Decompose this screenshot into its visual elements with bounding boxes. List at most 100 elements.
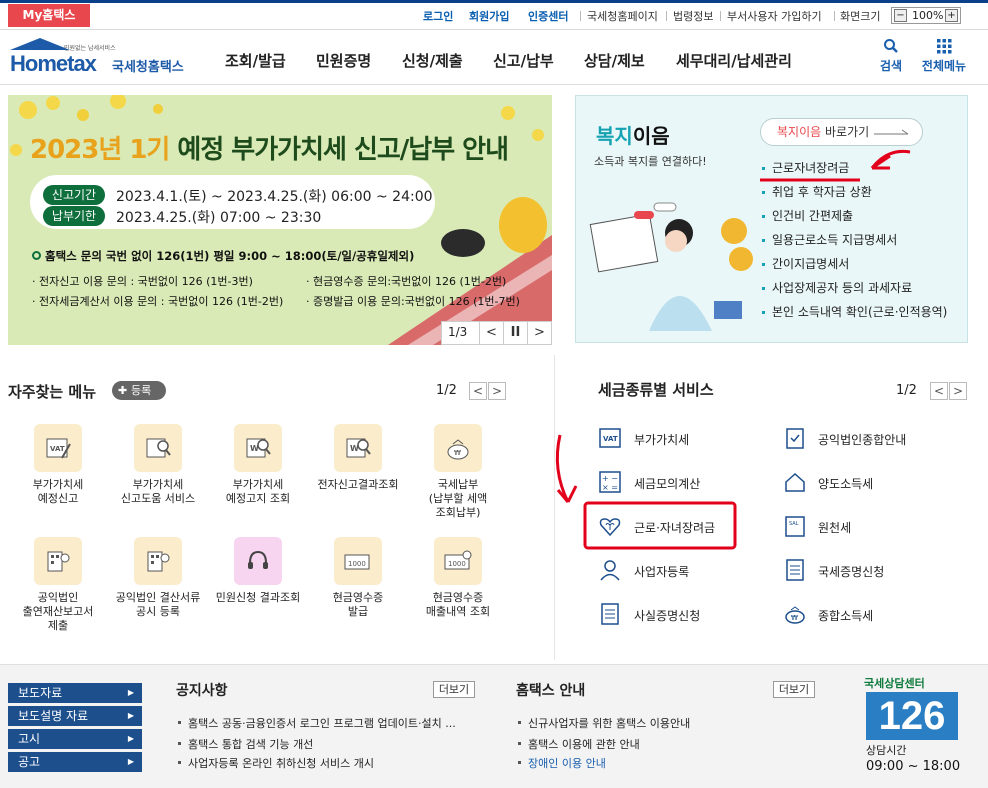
payment-deadline-tag: 납부기한 (43, 206, 105, 226)
cert-center-link[interactable]: 인증센터 (528, 8, 568, 24)
announcement-button[interactable]: 공고 (8, 752, 142, 772)
headset-icon (234, 537, 282, 585)
tax-link-global-income[interactable]: 종합소득세 (818, 607, 873, 624)
footer (0, 664, 988, 788)
guide-item-accessibility[interactable]: 장애인 이용 안내 (516, 755, 606, 771)
add-quick-menu-button[interactable]: ✚ 등록 (112, 381, 166, 400)
divider (834, 11, 835, 21)
tax-link-fact-certificate[interactable]: 사실증명신청 (634, 607, 700, 624)
svg-text:1000: 1000 (348, 560, 366, 568)
quick-item[interactable]: W 부가가치세 예정고지 조회 (208, 424, 308, 506)
banner-inquiry-line: · 증명발급 이용 문의:국번없이 126 (1번-7번) (306, 295, 520, 308)
press-explanation-button[interactable]: 보도설명 자료 (8, 706, 142, 726)
nav-civil-certificate[interactable]: 민원증명 (316, 50, 371, 71)
receipt-search-icon: 1000 (434, 537, 482, 585)
nav-tax-agent[interactable]: 세무대리/납세관리 (676, 50, 792, 71)
arrow-right-icon (874, 129, 909, 135)
search-button[interactable]: 검색 (876, 38, 906, 74)
notice-search-icon: W (234, 424, 282, 472)
grid-menu-icon (937, 39, 952, 54)
guide-item[interactable]: 홈택스 이용에 관한 안내 (516, 736, 640, 752)
banner-pager: 1/3 < II > (441, 321, 552, 345)
vat-icon: VAT (34, 424, 82, 472)
banner-next-button[interactable]: > (527, 322, 551, 344)
person-icon (600, 560, 620, 581)
notice-item[interactable]: 홈택스 통합 검색 기능 개선 (176, 736, 313, 752)
logo-brand: Hometax (10, 51, 97, 76)
nts-homepage-link[interactable]: 국세청홈페이지 (587, 8, 658, 24)
quick-menu-page: 1/2 (436, 383, 457, 398)
tax-next-button[interactable]: > (949, 382, 967, 400)
notice-item[interactable]: 사업자등록 온라인 취하신청 서비스 개시 (176, 755, 374, 771)
law-info-link[interactable]: 법령정보 (673, 8, 713, 24)
vat-banner[interactable]: 2023년 1기 예정 부가가치세 신고/납부 안내 신고기간 2023.4.1… (8, 95, 552, 345)
quick-item[interactable]: 공익법인 출연재산보고서 제출 (8, 537, 108, 633)
guide-item[interactable]: 신규사업자를 위한 홈택스 이용안내 (516, 715, 690, 731)
quick-menu-title: 자주찾는 메뉴 (8, 383, 97, 401)
guide-title: 홈택스 안내 (516, 683, 586, 699)
document-icon (601, 603, 619, 625)
annotation-overlay (555, 149, 911, 550)
call-center-number: 126 (866, 692, 958, 740)
nav-consult-report[interactable]: 상담/제보 (584, 50, 645, 71)
search-label: 검색 (879, 59, 903, 73)
vat-search-icon (134, 424, 182, 472)
divider (666, 11, 667, 21)
payment-deadline-text: 2023.4.25.(화) 07:00 ~ 23:30 (116, 210, 322, 226)
notice-title: 공지사항 (176, 683, 228, 699)
tax-link-tax-certificate[interactable]: 국세증명신청 (818, 563, 884, 580)
report-search-icon: W (334, 424, 382, 472)
divider (720, 11, 721, 21)
banner-prev-button[interactable]: < (479, 322, 503, 344)
banner-title: 2023년 1기 예정 부가가치세 신고/납부 안내 (30, 135, 509, 165)
nav-report-pay[interactable]: 신고/납부 (493, 50, 554, 71)
bullet-icon (32, 251, 41, 260)
building-icon (34, 537, 82, 585)
signup-link[interactable]: 회원가입 (469, 8, 509, 24)
notice-more-button[interactable]: 더보기 (433, 681, 475, 698)
hometax-logo[interactable]: 민원없는 납세서비스 Hometax 국세청홈택스 (8, 36, 193, 76)
quick-item[interactable]: 1000 현금영수증 매출내역 조회 (408, 537, 508, 619)
notice-item[interactable]: 홈택스 공동·금융인증서 로그인 프로그램 업데이트·설치 ... (176, 715, 456, 731)
search-icon (884, 39, 898, 53)
svg-text:₩: ₩ (791, 614, 798, 622)
quick-item[interactable]: W 전자신고결과조회 (308, 424, 408, 492)
zoom-in-button[interactable]: + (945, 9, 958, 22)
call-center-label: 국세상담센터 (864, 677, 925, 690)
tax-prev-button[interactable]: < (930, 382, 948, 400)
quick-item[interactable]: 1000 현금영수증 발급 (308, 537, 408, 619)
quick-item[interactable]: 공익법인 결산서류 공시 등록 (108, 537, 208, 619)
filing-period-tag: 신고기간 (43, 185, 105, 205)
quick-item[interactable]: 부가가치세 신고도움 서비스 (108, 424, 208, 506)
dept-user-signup-link[interactable]: 부서사용자 가입하기 (727, 8, 822, 24)
plus-icon: ✚ (118, 384, 132, 397)
nav-lookup-issue[interactable]: 조회/발급 (225, 50, 286, 71)
nav-apply-submit[interactable]: 신청/제출 (402, 50, 463, 71)
hours-label: 상담시간 (866, 744, 907, 757)
document-icon (786, 559, 804, 581)
hours-value: 09:00 ~ 18:00 (866, 759, 961, 774)
svg-text:₩: ₩ (454, 449, 461, 457)
zoom-out-button[interactable]: − (894, 9, 907, 22)
zoom-level: 100% (912, 9, 944, 22)
divider (580, 11, 581, 21)
banner-contact-info: 홈택스 문의 국번 없이 126(1번) 평일 9:00 ~ 18:00(토/일… (32, 248, 414, 264)
banner-pause-button[interactable]: II (503, 322, 527, 344)
login-link[interactable]: 로그인 (423, 8, 453, 24)
quick-item[interactable]: 민원신청 결과조회 (208, 537, 308, 605)
zoom-control: − 100% + (891, 7, 961, 24)
banner-inquiry-line: · 현금영수증 문의:국번없이 126 (1번-2번) (306, 275, 507, 288)
press-release-button[interactable]: 보도자료 (8, 683, 142, 703)
notification-button[interactable]: 고시 (8, 729, 142, 749)
guide-more-button[interactable]: 더보기 (773, 681, 815, 698)
money-bag-icon: ₩ (785, 606, 805, 624)
all-menu-button[interactable]: 전체메뉴 (918, 38, 970, 74)
filing-period-text: 2023.4.1.(토) ~ 2023.4.25.(화) 06:00 ~ 24:… (116, 189, 433, 205)
quick-item[interactable]: ₩ 국세납부 (납부할 세액 조회납부) (408, 424, 508, 520)
tax-link-business-registration[interactable]: 사업자등록 (634, 563, 689, 580)
quick-prev-button[interactable]: < (469, 382, 487, 400)
quick-item[interactable]: VAT 부가가치세 예정신고 (8, 424, 108, 506)
my-hometax-tab[interactable]: My홈택스 (8, 4, 90, 27)
svg-text:1000: 1000 (448, 560, 466, 568)
quick-next-button[interactable]: > (488, 382, 506, 400)
